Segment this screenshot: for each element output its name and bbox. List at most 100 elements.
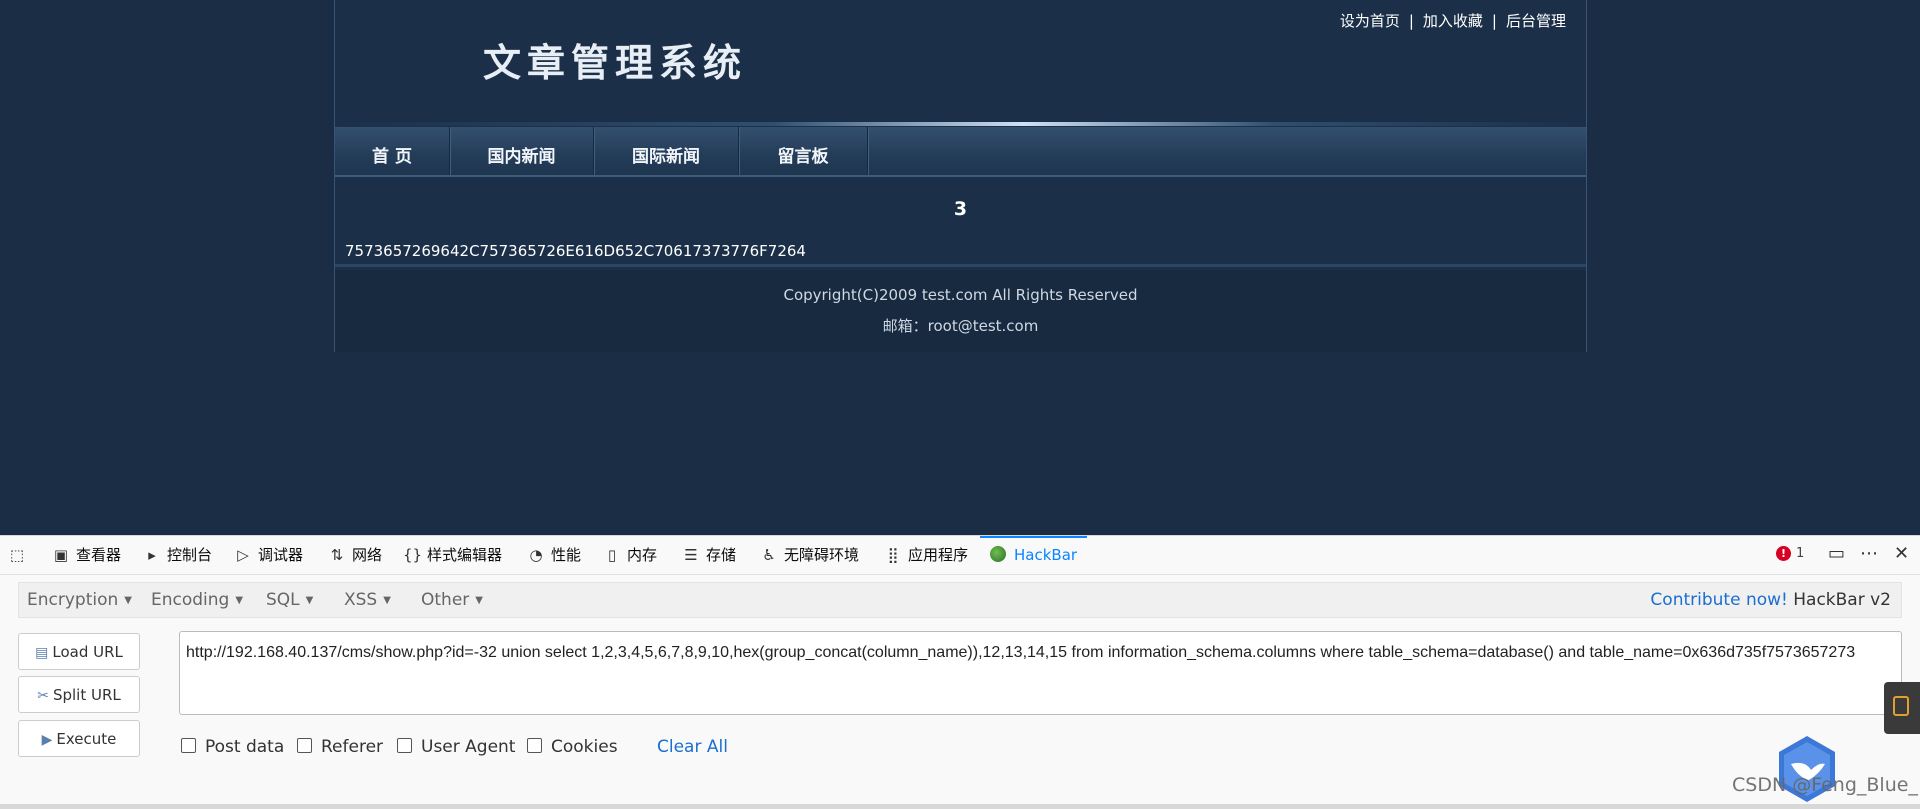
accessibility-icon: ♿	[762, 546, 776, 564]
tab-storage[interactable]: ☰ 存储	[682, 536, 736, 574]
scissors-icon: ✂	[37, 688, 49, 704]
user-agent-checkbox[interactable]: User Agent	[397, 737, 515, 757]
menu-label: Encoding	[151, 590, 230, 610]
checkbox-box	[397, 738, 412, 753]
nav-item-home[interactable]: 首 页	[335, 127, 450, 175]
clear-all-link[interactable]: Clear All	[657, 737, 728, 757]
tab-application[interactable]: ⣿ 应用程序	[884, 536, 969, 574]
tab-label: 应用程序	[908, 546, 969, 564]
nav-glow-line	[335, 122, 1586, 126]
error-count: 1	[1796, 546, 1805, 561]
site-container: 文章管理系统 设为首页 | 加入收藏 | 后台管理 首 页 国内新闻 国际新闻 留言板 …	[334, 0, 1587, 352]
devtools-panel: ⬚ ▣ 查看器 ▸ 控制台 ▷ 调试器 ⇅ 网络 {} 样式编辑器 ◔ 性能 ▯ 内存 ☰ 存储…	[0, 535, 1920, 809]
menu-other[interactable]: Other ▼	[421, 583, 483, 618]
checkbox-box	[181, 738, 196, 753]
execute-button[interactable]: ▶ Execute	[18, 720, 140, 757]
footer-email: 邮箱：root@test.com	[882, 317, 1039, 335]
url-textarea[interactable]: http://192.168.40.137/cms/show.php?id=-3…	[179, 631, 1902, 715]
split-url-button[interactable]: ✂ Split URL	[18, 676, 140, 713]
top-links: 设为首页 | 加入收藏 | 后台管理	[1340, 10, 1566, 31]
element-picker-button[interactable]: ⬚	[8, 536, 32, 574]
menu-label: Other	[421, 590, 470, 610]
console-icon: ▸	[148, 546, 156, 564]
caret-down-icon: ▼	[383, 595, 391, 606]
cookies-checkbox[interactable]: Cookies	[527, 737, 618, 757]
set-homepage-link[interactable]: 设为首页	[1340, 12, 1400, 30]
hackbar-version: HackBar v2	[1793, 590, 1891, 610]
add-favorite-link[interactable]: 加入收藏	[1423, 12, 1483, 30]
site-title: 文章管理系统	[483, 40, 748, 85]
nav-item-domestic-news[interactable]: 国内新闻	[450, 127, 594, 175]
more-options-icon[interactable]: ⋯	[1860, 543, 1878, 564]
load-url-button[interactable]: ▤ Load URL	[18, 633, 140, 670]
side-panel-handle[interactable]	[1884, 682, 1920, 734]
bottom-border	[0, 804, 1920, 809]
error-icon: !	[1776, 546, 1791, 561]
content-divider	[335, 264, 1586, 267]
load-url-icon: ▤	[35, 645, 49, 661]
button-label: Execute	[56, 730, 117, 748]
element-picker-icon: ⬚	[9, 546, 25, 564]
tab-hackbar[interactable]: HackBar	[980, 536, 1088, 576]
checkbox-label: Post data	[205, 737, 285, 757]
checkbox-label: Cookies	[551, 737, 618, 757]
dock-side-icon[interactable]: ▭	[1828, 543, 1845, 564]
tab-debugger[interactable]: ▷ 调试器	[234, 536, 303, 574]
main-nav: 首 页 国内新闻 国际新闻 留言板	[335, 127, 1586, 177]
checkbox-label: Referer	[321, 737, 384, 757]
link-separator: |	[1408, 12, 1414, 30]
menu-xss[interactable]: XSS ▼	[344, 583, 391, 618]
hackbar-menu: Encryption ▼ Encoding ▼ SQL ▼ XSS ▼ Other ▼ C…	[18, 582, 1902, 618]
menu-sql[interactable]: SQL ▼	[266, 583, 313, 618]
contribute-link[interactable]: Contribute now!	[1650, 590, 1787, 610]
network-icon: ⇅	[330, 546, 344, 564]
button-label: Split URL	[52, 686, 121, 704]
tab-label: 内存	[627, 546, 658, 564]
devtools-toolbar: ⬚ ▣ 查看器 ▸ 控制台 ▷ 调试器 ⇅ 网络 {} 样式编辑器 ◔ 性能 ▯ 内存 ☰ 存储…	[0, 536, 1920, 575]
style-editor-icon: {}	[403, 546, 423, 564]
menu-encoding[interactable]: Encoding ▼	[151, 583, 243, 618]
tab-label: 存储	[706, 546, 737, 564]
checkbox-box	[297, 738, 312, 753]
performance-icon: ◔	[529, 546, 543, 564]
button-label: Load URL	[52, 643, 123, 661]
site-footer: Copyright(C)2009 test.com All Rights Res…	[335, 270, 1586, 352]
tab-accessibility[interactable]: ♿ 无障碍环境	[760, 536, 859, 574]
tab-label: 无障碍环境	[784, 546, 860, 564]
caret-down-icon: ▼	[235, 595, 244, 606]
tab-label: 调试器	[258, 546, 304, 564]
referer-checkbox[interactable]: Referer	[297, 737, 383, 757]
tab-network[interactable]: ⇅ 网络	[328, 536, 382, 574]
inspector-icon: ▣	[53, 546, 69, 564]
post-data-checkbox[interactable]: Post data	[181, 737, 284, 757]
menu-label: SQL	[266, 590, 300, 610]
menu-label: Encryption	[27, 590, 119, 610]
menu-label: XSS	[344, 590, 378, 610]
watermark: CSDN @Feng_Blue_	[1732, 774, 1918, 796]
article-content: 7573657269642C757365726E616D652C70617373…	[345, 242, 806, 260]
nav-item-guestbook[interactable]: 留言板	[739, 127, 868, 175]
tab-console[interactable]: ▸ 控制台	[143, 536, 212, 574]
play-icon: ▶	[41, 732, 53, 748]
caret-down-icon: ▼	[475, 595, 483, 606]
menu-encryption[interactable]: Encryption ▼	[27, 583, 132, 618]
tab-label: 性能	[551, 546, 582, 564]
hackbar-icon	[990, 546, 1006, 562]
caret-down-icon: ▼	[305, 595, 314, 606]
contribute-area: Contribute now! HackBar v2	[1650, 583, 1891, 617]
tab-inspector[interactable]: ▣ 查看器	[52, 536, 121, 574]
debugger-icon: ▷	[237, 546, 249, 564]
memory-icon: ▯	[607, 546, 617, 564]
error-count-badge[interactable]: ! 1	[1776, 546, 1804, 561]
nav-item-international-news[interactable]: 国际新闻	[594, 127, 739, 175]
tab-memory[interactable]: ▯ 内存	[603, 536, 657, 574]
tab-performance[interactable]: ◔ 性能	[527, 536, 581, 574]
extension-icon	[1893, 696, 1909, 716]
admin-link[interactable]: 后台管理	[1506, 12, 1566, 30]
tab-label: HackBar	[1014, 546, 1078, 564]
close-icon[interactable]: ✕	[1894, 543, 1909, 564]
tab-label: 网络	[352, 546, 383, 564]
tab-label: 查看器	[76, 546, 122, 564]
checkbox-label: User Agent	[421, 737, 516, 757]
tab-style-editor[interactable]: {} 样式编辑器	[403, 536, 502, 574]
